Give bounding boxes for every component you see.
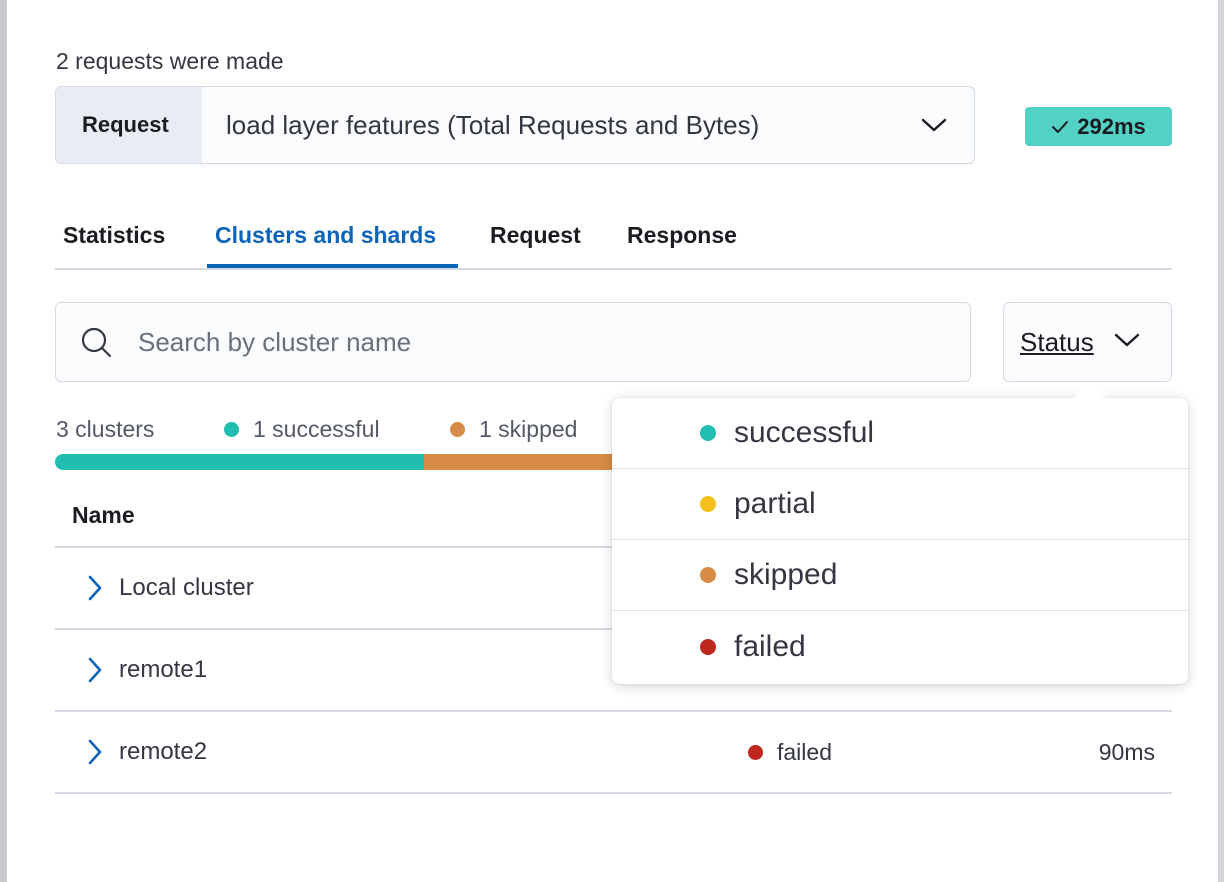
inspector-tabs: Statistics Clusters and shards Request R… [55, 208, 1172, 270]
skipped-dot-icon [700, 567, 716, 583]
status-option-label: skipped [734, 558, 838, 591]
chevron-right-icon[interactable] [85, 573, 105, 603]
failed-dot-icon [700, 638, 716, 655]
successful-count-label: 1 successful [253, 416, 380, 442]
cluster-name: remote1 [119, 656, 208, 683]
request-selector-value[interactable]: load layer features (Total Requests and … [202, 87, 894, 163]
successful-segment [55, 454, 424, 470]
search-icon [56, 325, 136, 359]
total-clusters: 3 clusters [56, 416, 155, 442]
status-option-label: failed [734, 629, 806, 663]
cluster-name: Local cluster [119, 574, 254, 601]
tab-response[interactable]: Response [627, 222, 737, 249]
status-option-failed[interactable]: failed [612, 611, 1188, 682]
cluster-status-label: failed [777, 739, 832, 765]
cluster-name: remote2 [119, 738, 208, 765]
right-edge [1218, 0, 1224, 882]
active-tab-indicator [207, 264, 458, 268]
cluster-status: failed [748, 739, 832, 766]
chevron-down-icon[interactable] [1114, 332, 1140, 353]
tab-request[interactable]: Request [490, 222, 581, 249]
status-filter-label[interactable]: Status [1020, 327, 1094, 358]
left-edge [0, 0, 7, 882]
cluster-summary: 3 clusters 1 successful 1 skipped [56, 414, 616, 444]
status-option-successful[interactable]: successful [612, 398, 1188, 469]
status-option-partial[interactable]: partial [612, 469, 1188, 540]
timing-badge: 292ms [1025, 107, 1172, 146]
successful-count: 1 successful [224, 416, 380, 443]
skipped-count: 1 skipped [450, 416, 577, 443]
cluster-status-bar [55, 454, 612, 470]
check-icon [1051, 114, 1069, 140]
cluster-search [55, 302, 971, 382]
inspector-panel: 2 requests were made Request load layer … [0, 0, 1224, 882]
skipped-count-label: 1 skipped [479, 416, 578, 442]
request-selector-label: Request [56, 87, 202, 163]
status-option-label: successful [734, 416, 875, 449]
status-filter-popover: successful partial skipped failed [612, 382, 1188, 684]
chevron-down-icon[interactable] [894, 87, 974, 163]
popover-arrow [1074, 382, 1106, 398]
chevron-right-icon[interactable] [85, 655, 105, 685]
status-filter-button[interactable]: Status [1003, 302, 1172, 382]
search-input[interactable] [136, 325, 940, 359]
tab-clusters-and-shards[interactable]: Clusters and shards [215, 222, 436, 249]
table-row: remote2 failed 90ms [55, 712, 1172, 794]
request-selector[interactable]: Request load layer features (Total Reque… [55, 86, 975, 164]
skipped-dot-icon [450, 422, 465, 437]
requests-made-text: 2 requests were made [56, 48, 284, 74]
chevron-right-icon[interactable] [85, 737, 105, 767]
successful-dot-icon [224, 422, 239, 437]
failed-dot-icon [748, 745, 763, 760]
successful-dot-icon [700, 425, 716, 441]
status-option-label: partial [734, 487, 816, 520]
status-option-skipped[interactable]: skipped [612, 540, 1188, 611]
tab-statistics[interactable]: Statistics [63, 222, 165, 249]
cluster-response-time: 90ms [1098, 739, 1155, 765]
timing-badge-label: 292ms [1077, 113, 1146, 139]
skipped-segment [424, 454, 612, 470]
partial-dot-icon [700, 496, 716, 512]
